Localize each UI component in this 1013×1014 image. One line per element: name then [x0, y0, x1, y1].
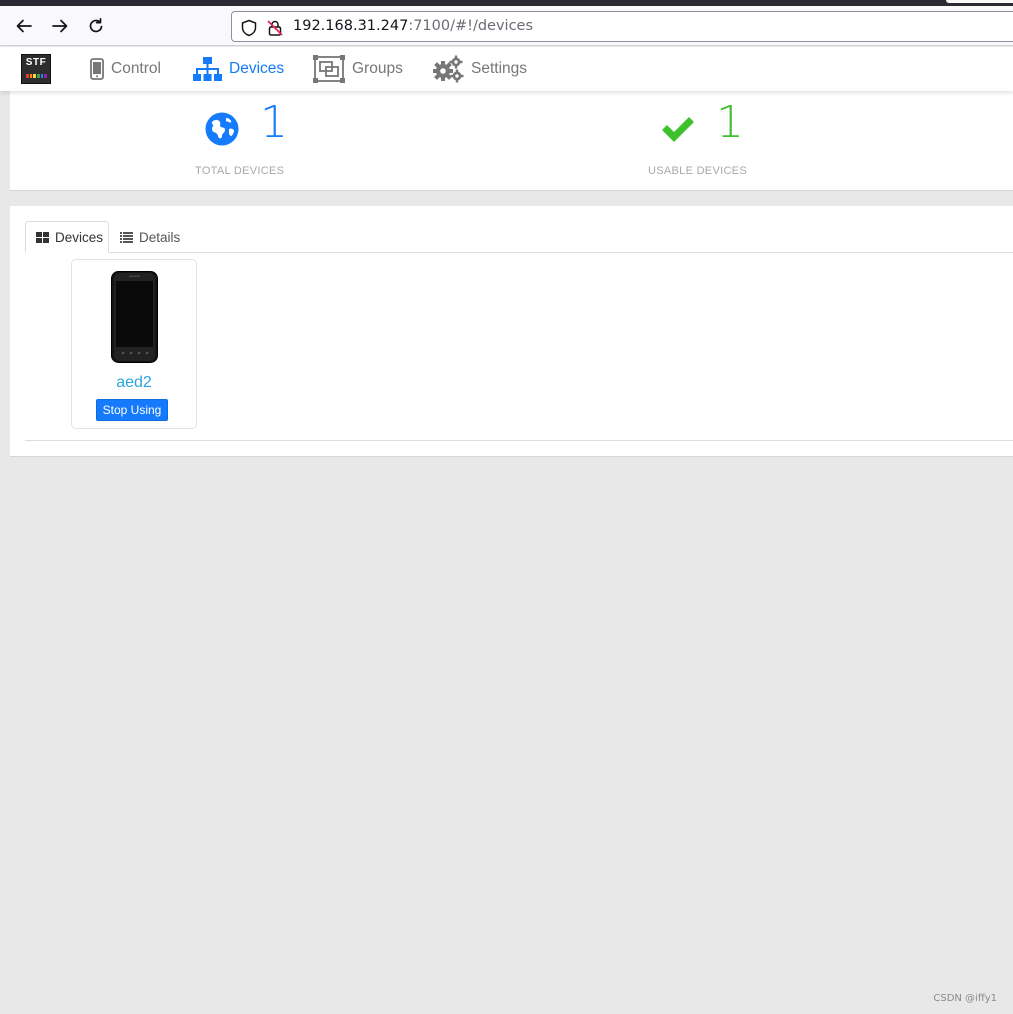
tab-devices[interactable]: Devices: [25, 221, 109, 253]
logo-text: STF: [25, 57, 47, 68]
url-text[interactable]: 192.168.31.247:7100/#!/devices: [293, 18, 533, 34]
insecure-lock-icon[interactable]: [266, 19, 284, 37]
browser-active-tab[interactable]: [946, 0, 1013, 3]
tab-details[interactable]: Details: [110, 221, 190, 253]
app-navbar: STF Control Devices Groups Settings: [0, 47, 1013, 91]
tab-devices-label: Devices: [55, 229, 104, 245]
device-name-link[interactable]: aed2: [72, 374, 196, 392]
logo-color-bars: [26, 74, 48, 78]
nav-settings-label: Settings: [471, 60, 528, 77]
usable-devices-count: 1: [716, 97, 744, 148]
nav-groups[interactable]: Groups: [313, 47, 403, 91]
nav-devices-label: Devices: [229, 60, 285, 77]
watermark: CSDN @iffy1: [933, 993, 997, 1004]
arrow-right-icon: [52, 19, 68, 33]
shield-icon[interactable]: [240, 19, 258, 37]
sitemap-icon: [193, 56, 222, 82]
browser-toolbar: 192.168.31.247:7100/#!/devices: [0, 6, 1013, 46]
panel-bottom-divider: [25, 440, 1013, 441]
usable-devices-label: USABLE DEVICES: [648, 165, 747, 177]
object-group-icon: [313, 55, 345, 83]
device-stats-panel: 1 TOTAL DEVICES 1 USABLE DEVICES: [10, 91, 1013, 191]
nav-devices[interactable]: Devices: [193, 47, 284, 91]
stf-logo[interactable]: STF: [21, 54, 51, 84]
nav-control[interactable]: Control: [90, 47, 161, 91]
mobile-phone-icon: [90, 58, 104, 80]
device-card[interactable]: aed2 Stop Using: [71, 259, 197, 429]
devices-panel: Devices Details aed2 Stop Using: [10, 206, 1013, 457]
gears-icon: [432, 55, 464, 83]
url-host: 192.168.31.247: [293, 18, 409, 34]
forward-button[interactable]: [46, 12, 74, 40]
arrow-left-icon: [16, 19, 32, 33]
checkmark-icon: [660, 116, 696, 148]
list-icon: [120, 231, 133, 243]
reload-icon: [89, 17, 103, 33]
nav-settings[interactable]: Settings: [432, 47, 527, 91]
grid-icon: [36, 231, 49, 243]
tab-details-label: Details: [139, 229, 181, 245]
nav-groups-label: Groups: [352, 60, 403, 77]
url-bar[interactable]: 192.168.31.247:7100/#!/devices: [231, 11, 1013, 42]
back-button[interactable]: [10, 12, 38, 40]
url-path: :7100/#!/devices: [408, 18, 534, 34]
total-devices-label: TOTAL DEVICES: [195, 165, 285, 177]
phone-image[interactable]: [111, 271, 158, 367]
total-devices-count: 1: [260, 97, 288, 148]
stop-using-button[interactable]: Stop Using: [96, 399, 168, 421]
globe-icon: [205, 112, 239, 150]
reload-button[interactable]: [82, 12, 110, 40]
nav-control-label: Control: [111, 60, 161, 77]
